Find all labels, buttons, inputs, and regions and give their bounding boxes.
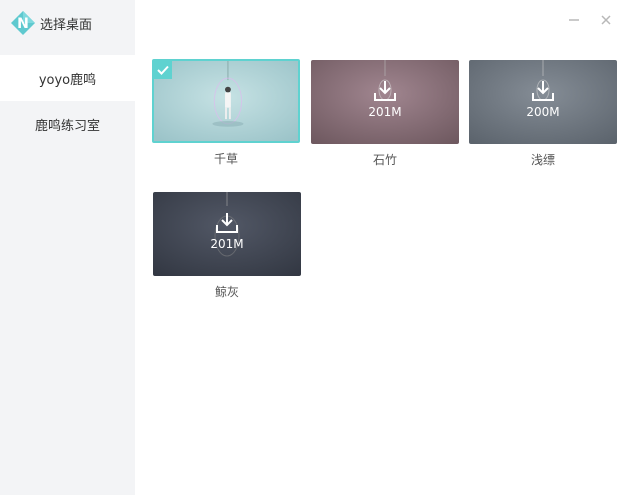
wallpaper-card-shizhu[interactable]: 201M 石竹 [311,60,459,168]
download-size: 201M [368,105,402,119]
app-title: 选择桌面 [40,17,93,33]
wallpaper-preview-image [154,61,298,141]
download-overlay[interactable]: 200M [469,80,617,119]
download-icon [374,81,396,101]
download-icon [532,81,554,101]
wallpaper-name: 石竹 [372,153,397,167]
sidebar-item-practice-room[interactable]: 鹿鸣练习室 [0,101,135,147]
download-overlay[interactable]: 201M [153,212,301,251]
wallpaper-thumbnail[interactable]: 201M [311,60,459,144]
sidebar-item-label: 鹿鸣练习室 [34,118,100,134]
wallpaper-thumbnail[interactable] [152,59,300,143]
close-button[interactable] [596,10,616,30]
close-icon [601,15,611,25]
wallpaper-name: 千草 [213,152,238,166]
wallpaper-thumbnail[interactable]: 200M [469,60,617,144]
app-brand: N 选择桌面 [10,10,92,36]
sidebar: N 选择桌面 yoyo鹿鸣 鹿鸣练习室 [0,0,135,495]
wallpaper-card-qiancao[interactable]: 千草 [152,59,300,167]
download-icon [216,213,238,233]
wallpaper-card-qianpiao[interactable]: 200M 浅缥 [469,60,617,168]
app-logo-icon: N [11,11,35,35]
download-size: 201M [210,237,244,251]
sidebar-item-label: yoyo鹿鸣 [38,72,97,88]
download-overlay[interactable]: 201M [311,80,459,119]
sidebar-item-yoyo[interactable]: yoyo鹿鸣 [0,55,135,101]
wallpaper-card-jinghui[interactable]: 201M 鲸灰 [153,192,301,300]
wallpaper-name: 浅缥 [530,153,555,167]
minimize-button[interactable] [564,10,584,30]
minimize-icon [569,19,579,21]
svg-text:N: N [17,16,29,32]
check-icon [157,65,169,75]
download-size: 200M [526,105,560,119]
wallpaper-thumbnail[interactable]: 201M [153,192,301,276]
wallpaper-name: 鲸灰 [214,285,239,299]
selected-check-badge [154,61,172,79]
